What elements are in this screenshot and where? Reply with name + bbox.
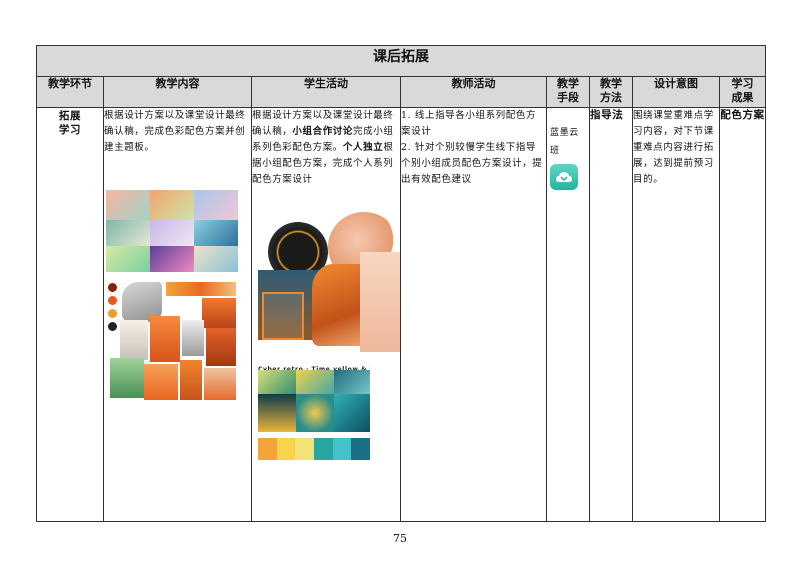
neon-portrait-image [258,212,400,352]
cell-student-activity: 根据设计方案以及课堂设计最终确认稿，小组合作讨论完成小组系列色彩配色方案。个人独… [251,107,401,522]
cell-method: 指导法 [589,107,633,522]
header-content: 教学内容 [103,76,252,108]
header-stage: 教学环节 [36,76,104,108]
means-text: 蓝墨云班 [550,128,579,156]
palette-swatch [332,438,352,460]
cell-result: 配色方案 [719,107,766,522]
intent-text: 围绕课堂重难点学习内容，对下节课重难点内容进行拓展，达到提前预习目的。 [633,110,714,185]
cell-teacher-activity: 1. 线上指导各小组系列配色方案设计 2. 针对个别较慢学生线下指导个别小组成员… [400,107,547,522]
cell-means: 蓝墨云班 [546,107,590,522]
student-emphasis-group: 小组合作讨论 [292,126,354,137]
cell-content: 根据设计方案以及课堂设计最终确认稿，完成色彩配色方案并创建主题板。 [103,107,252,522]
cell-intent: 围绕课堂重难点学习内容，对下节课重难点内容进行拓展，达到提前预习目的。 [632,107,720,522]
cell-stage: 拓展 学习 [36,107,104,522]
header-student-activity: 学生活动 [251,76,401,108]
page-number: 75 [393,532,407,545]
cloud-class-app-icon [550,164,578,190]
table-title: 课后拓展 [36,45,766,77]
stage-label: 拓展 学习 [58,110,82,136]
header-teacher-activity: 教师活动 [400,76,547,108]
header-means: 教学 手段 [546,76,590,108]
header-result: 学习 成果 [719,76,766,108]
result-text: 配色方案 [720,109,765,121]
color-palette [258,438,370,460]
method-text: 指导法 [590,109,624,121]
content-text: 根据设计方案以及课堂设计最终确认稿，完成色彩配色方案并创建主题板。 [104,110,246,153]
header-method: 教学 方法 [589,76,633,108]
fashion-board-image [106,280,238,402]
palette-swatch [351,438,370,460]
student-activity-text: 根据设计方案以及课堂设计最终确认稿，小组合作讨论完成小组系列色彩配色方案。个人独… [252,108,400,188]
cyber-retro-board-image: Cyber retro · Time yellow & Turquoise [258,362,370,470]
document-page: 课后拓展 教学环节 教学内容 学生活动 教师活动 教学 手段 教学 方法 设计意… [0,0,800,565]
lesson-plan-table: 课后拓展 教学环节 教学内容 学生活动 教师活动 教学 手段 教学 方法 设计意… [36,45,766,522]
mood-board-image [106,190,238,272]
palette-swatch [258,438,277,460]
palette-swatch [295,438,315,460]
palette-swatch [276,438,296,460]
teacher-activity-text: 1. 线上指导各小组系列配色方案设计 2. 针对个别较慢学生线下指导个别小组成员… [401,110,543,185]
palette-swatch [314,438,333,460]
student-emphasis-individual: 个人独立 [342,142,384,153]
header-intent: 设计意图 [632,76,720,108]
